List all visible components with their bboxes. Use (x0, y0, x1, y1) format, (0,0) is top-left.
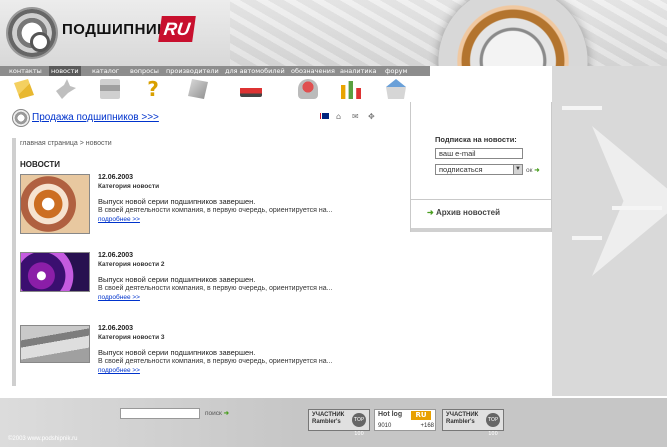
right-decoration (552, 66, 667, 396)
arrow-right-icon: ➜ (534, 167, 540, 174)
subscribe-select-value: подписаться (439, 165, 483, 174)
news-item: 12.06.2003 Категория новости Выпуск ново… (20, 174, 400, 240)
nav-analytics[interactable]: аналитика (340, 66, 377, 76)
rambler-line1: УЧАСТНИК (312, 412, 345, 418)
chart-icon[interactable] (341, 81, 361, 99)
hotlog-total: 9010 (378, 423, 392, 429)
english-flag-icon[interactable] (320, 113, 329, 119)
news-headline: Выпуск новой серии подшипников завершен. (98, 275, 256, 284)
nav-designations[interactable]: обозначения (291, 66, 335, 76)
subscribe-select[interactable]: подписаться ▼ (435, 164, 523, 175)
nav-forum[interactable]: форум (385, 66, 407, 76)
top100-icon: TOP 100 (486, 413, 500, 437)
hotlog-ru-badge: RU (411, 411, 431, 420)
news-more-link[interactable]: подробнее >> (98, 294, 140, 301)
news-item: 12.06.2003 Категория новости 3 Выпуск но… (20, 325, 400, 391)
house-icon[interactable] (386, 79, 406, 99)
hotlog-counter[interactable]: Hot log RU 9010 +168 (374, 409, 436, 431)
documents-icon[interactable] (14, 79, 34, 99)
ok-button[interactable]: ок ➜ (526, 166, 540, 174)
decor-line (612, 206, 662, 210)
subscribe-label: Подписка на новости: (435, 135, 517, 144)
rambler-line2: Rambler's (446, 419, 475, 425)
bearing-sales-link[interactable]: Продажа подшипников >>> (32, 112, 159, 123)
arrow-decoration (592, 126, 667, 276)
search-button[interactable]: поиск ➜ (205, 409, 229, 417)
divider (411, 199, 551, 200)
copyright: ©2003 www.podshipnik.ru (8, 436, 78, 442)
box-icon[interactable] (188, 79, 208, 99)
email-field[interactable]: ваш e-mail (435, 148, 523, 159)
news-text: В своей деятельности компания, в первую … (98, 207, 333, 214)
decor-line (572, 236, 602, 240)
decor-line (562, 106, 602, 110)
news-headline: Выпуск новой серии подшипников завершен. (98, 197, 256, 206)
rambler-top100-badge[interactable]: УЧАСТНИК Rambler's TOP 100 (308, 409, 370, 437)
nav-catalog[interactable]: каталог (92, 66, 119, 76)
news-thumbnail[interactable] (20, 325, 90, 363)
bearing-icon (12, 109, 30, 127)
top100-icon: TOP 100 (352, 413, 366, 437)
nav-news[interactable]: новости (49, 66, 81, 76)
news-text: В своей деятельности компания, в первую … (98, 285, 333, 292)
icon-bar: ? (0, 76, 430, 102)
logo-bearing-icon[interactable] (8, 9, 56, 57)
hotlog-name: Hot log (378, 411, 403, 418)
rambler-badge-text: УЧАСТНИК Rambler's (446, 412, 478, 426)
news-date: 12.06.2003 (98, 325, 134, 332)
arrow-right-icon: ➜ (223, 410, 230, 417)
news-category: Категория новости (98, 183, 160, 190)
news-item: 12.06.2003 Категория новости 2 Выпуск но… (20, 252, 400, 318)
top-navigation: контакты новости каталог вопросы произво… (0, 66, 430, 76)
news-archive-link[interactable]: ➜ Архив новостей (427, 208, 500, 217)
hotlog-today: +168 (420, 423, 434, 429)
rambler-line1: УЧАСТНИК (446, 412, 479, 418)
page-title: НОВОСТИ (20, 160, 61, 169)
news-headline: Выпуск новой серии подшипников завершен. (98, 348, 256, 357)
sidebar: Подписка на новости: ваш e-mail подписат… (410, 102, 552, 232)
header: ПОДШИПНИК RU (0, 0, 667, 66)
news-category: Категория новости 2 (98, 261, 165, 268)
bearing-illustration (438, 0, 588, 66)
stack-icon[interactable] (100, 79, 120, 99)
rambler-line2: Rambler's (312, 419, 341, 425)
logo-text[interactable]: ПОДШИПНИК (62, 21, 167, 38)
news-text: В своей деятельности компания, в первую … (98, 358, 333, 365)
news-more-link[interactable]: подробнее >> (98, 367, 140, 374)
search-button-label: поиск (205, 410, 222, 417)
bell-icon[interactable] (298, 79, 318, 99)
mail-icon[interactable]: ✉ (352, 112, 359, 121)
rambler-badge-text: УЧАСТНИК Rambler's (312, 412, 344, 426)
news-category: Категория новости 3 (98, 334, 165, 341)
nav-contacts[interactable]: контакты (9, 66, 42, 76)
logo-ru-badge[interactable]: RU (158, 16, 196, 42)
bird-icon[interactable] (56, 79, 76, 99)
search-input[interactable] (120, 408, 200, 419)
nav-questions[interactable]: вопросы (130, 66, 159, 76)
breadcrumb[interactable]: главная страница > новости (20, 140, 112, 147)
nav-manufacturers[interactable]: производители (166, 66, 219, 76)
news-date: 12.06.2003 (98, 252, 134, 259)
sitemap-icon[interactable]: ✥ (368, 112, 375, 121)
content-side-bar (12, 138, 16, 386)
car-icon[interactable] (240, 83, 262, 97)
news-thumbnail[interactable] (20, 252, 90, 292)
ok-label: ок (526, 167, 533, 174)
news-more-link[interactable]: подробнее >> (98, 216, 140, 223)
news-archive-label: Архив новостей (435, 208, 501, 217)
news-thumbnail[interactable] (20, 174, 90, 234)
hotlog-numbers: 9010 +168 (378, 423, 434, 429)
chevron-down-icon[interactable]: ▼ (513, 165, 522, 174)
divider (411, 228, 551, 232)
home-icon[interactable]: ⌂ (336, 112, 341, 121)
question-icon[interactable]: ? (143, 79, 163, 99)
news-date: 12.06.2003 (98, 174, 134, 181)
rambler-top100-badge[interactable]: УЧАСТНИК Rambler's TOP 100 (442, 409, 504, 437)
main-content: Продажа подшипников >>> ⌂ ✉ ✥ главная ст… (12, 102, 410, 398)
nav-automotive[interactable]: для автомобилей (225, 66, 285, 76)
arrow-right-icon: ➜ (427, 208, 434, 217)
